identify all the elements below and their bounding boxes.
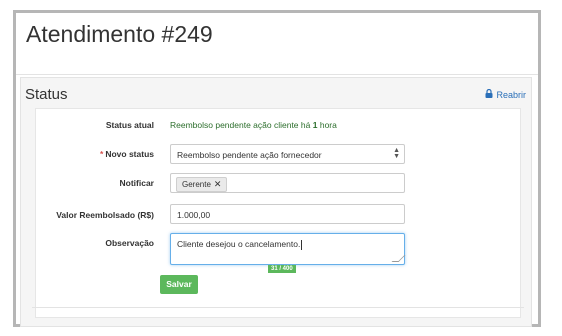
refund-value-label: Valor Reembolsado (R$) [56, 210, 154, 220]
notify-label: Notificar [119, 178, 154, 188]
new-status-selected: Reembolso pendente ação fornecedor [177, 150, 322, 160]
char-counter: 31 / 400 [268, 265, 296, 273]
current-status-unit: hora [319, 120, 337, 130]
save-button[interactable]: Salvar [160, 275, 198, 294]
select-arrows-icon: ▲ ▼ [393, 147, 400, 160]
refund-value-input[interactable]: 1.000,00 [170, 204, 405, 224]
observation-textarea[interactable]: Cliente desejou o cancelamento. [170, 233, 406, 265]
required-mark: * [100, 149, 104, 159]
notify-input[interactable]: Gerente ✕ [170, 173, 405, 193]
new-status-label: * Novo status [100, 149, 154, 159]
notify-tag: Gerente ✕ [176, 177, 228, 192]
form-divider [32, 307, 524, 308]
observation-text: Cliente desejou o cancelamento. [177, 239, 303, 250]
observation-label: Observação [105, 238, 154, 248]
remove-tag-icon[interactable]: ✕ [214, 178, 222, 191]
form-layer: Status atual Reembolso pendente ação cli… [0, 0, 562, 336]
current-status-count: 1 [312, 120, 318, 130]
resize-handle-icon[interactable] [391, 255, 406, 262]
notify-tag-label: Gerente [182, 180, 211, 189]
observation-value: Cliente desejou o cancelamento. [177, 239, 301, 249]
current-status-value: Reembolso pendente ação cliente há 1 hor… [170, 120, 337, 130]
status-form: Status atual Reembolso pendente ação cli… [32, 108, 524, 318]
new-status-label-text: Novo status [105, 149, 154, 159]
text-caret [301, 239, 303, 250]
refund-value: 1.000,00 [177, 210, 211, 220]
current-status-text: Reembolso pendente ação cliente há [170, 120, 311, 130]
current-status-label: Status atual [105, 120, 154, 130]
new-status-select[interactable]: Reembolso pendente ação fornecedor ▲ ▼ [170, 144, 405, 164]
